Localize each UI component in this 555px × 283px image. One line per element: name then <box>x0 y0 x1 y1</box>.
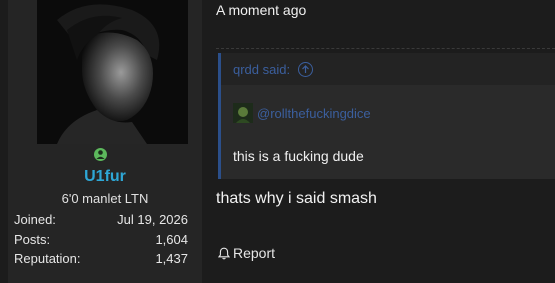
stat-reputation: Reputation: 1,437 <box>14 251 188 266</box>
quote-block: qrdd said: @rollthefuckingdice this is a… <box>218 53 555 179</box>
mention-avatar[interactable] <box>233 103 253 123</box>
stat-label: Posts: <box>14 232 51 247</box>
stat-label: Reputation: <box>14 251 81 266</box>
post-content: A moment ago qrdd said: @rollthefuckingd… <box>202 0 555 283</box>
stat-posts: Posts: 1,604 <box>14 232 188 247</box>
user-online-icon <box>92 146 109 163</box>
quote-body: this is a fucking dude <box>233 148 364 164</box>
user-info-panel: U1fur 6'0 manlet LTN Joined: Jul 19, 202… <box>8 0 202 283</box>
report-label: Report <box>233 245 276 261</box>
user-avatar[interactable] <box>37 0 188 144</box>
user-title: 6'0 manlet LTN <box>61 191 149 206</box>
report-button[interactable]: Report <box>218 245 275 261</box>
stat-value: Jul 19, 2026 <box>117 212 188 227</box>
post-message: thats why i said smash <box>216 190 377 207</box>
arrow-up-circle-icon[interactable] <box>298 61 314 77</box>
quote-author-link[interactable]: qrdd said: <box>233 62 290 77</box>
username[interactable]: U1fur <box>8 168 202 186</box>
quote-mention: @rollthefuckingdice <box>233 103 371 123</box>
stat-joined: Joined: Jul 19, 2026 <box>14 212 188 227</box>
bell-icon <box>218 247 230 259</box>
quote-header: qrdd said: <box>221 53 555 85</box>
stat-value: 1,437 <box>155 251 188 266</box>
mention-link[interactable]: @rollthefuckingdice <box>257 106 371 121</box>
stat-value: 1,604 <box>155 232 188 247</box>
divider <box>216 48 555 49</box>
forum-post: U1fur 6'0 manlet LTN Joined: Jul 19, 202… <box>0 0 555 283</box>
post-timestamp[interactable]: A moment ago <box>216 2 306 18</box>
stat-label: Joined: <box>14 212 56 227</box>
